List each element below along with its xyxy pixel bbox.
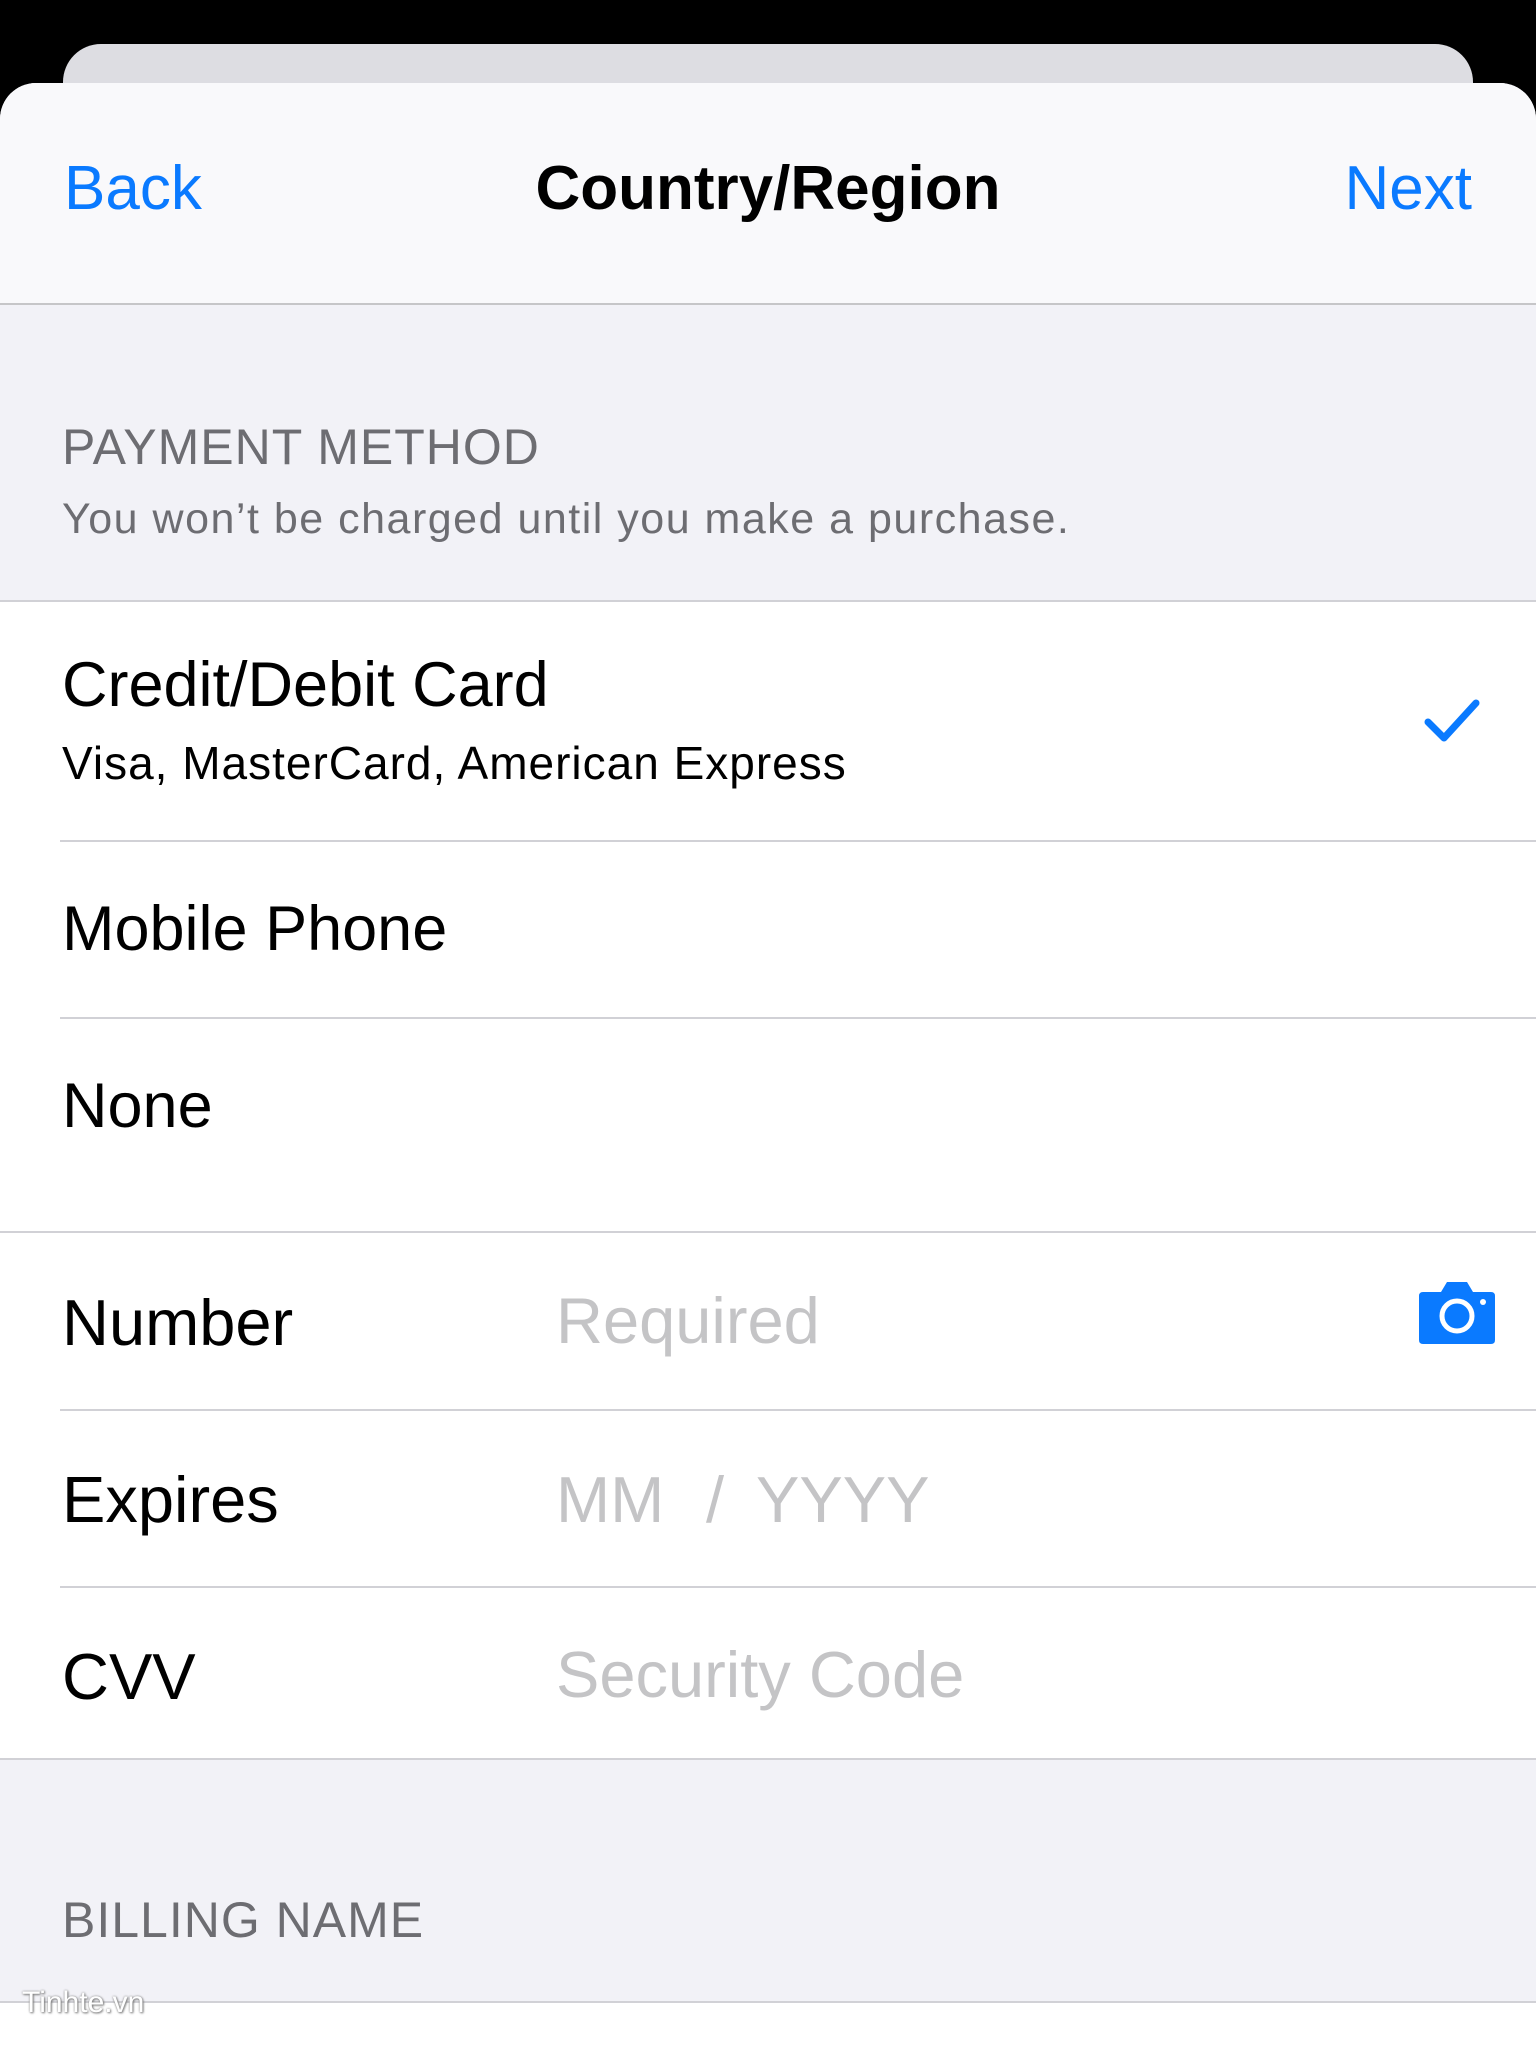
expiry-month-input[interactable]: MM bbox=[556, 1467, 664, 1532]
checkmark-icon bbox=[1424, 699, 1480, 742]
page-title: Country/Region bbox=[535, 154, 1001, 223]
payment-option-title: None bbox=[62, 1071, 213, 1141]
card-expiry-label: Expires bbox=[62, 1463, 279, 1536]
card-expiry-row: Expires MM / YYYY bbox=[0, 1409, 1536, 1586]
payment-option-none[interactable]: None bbox=[0, 1017, 1536, 1194]
expiry-separator: / bbox=[706, 1463, 725, 1536]
card-number-row: Number bbox=[0, 1233, 1536, 1409]
payment-option-subtitle: Visa, MasterCard, American Express bbox=[62, 737, 847, 789]
billing-name-header: BILLING NAME bbox=[62, 1895, 424, 1945]
payment-option-title: Mobile Phone bbox=[62, 894, 448, 964]
payment-option-title: Credit/Debit Card bbox=[62, 650, 549, 720]
payment-method-header: PAYMENT METHOD You won’t be charged unti… bbox=[62, 422, 1070, 541]
next-button[interactable]: Next bbox=[1345, 158, 1472, 220]
payment-method-list: Credit/Debit Card Visa, MasterCard, Amer… bbox=[0, 600, 1536, 1272]
payment-sheet: Back Country/Region Next PAYMENT METHOD … bbox=[0, 83, 1536, 2048]
navigation-bar: Back Country/Region Next bbox=[0, 83, 1536, 305]
card-details-form: Number Expires MM / YYYY CVV bbox=[0, 1231, 1536, 1760]
card-number-input[interactable] bbox=[556, 1276, 1376, 1366]
card-cvv-label: CVV bbox=[62, 1640, 196, 1713]
payment-method-subtitle: You won’t be charged until you make a pu… bbox=[62, 495, 1071, 543]
payment-option-mobile-phone[interactable]: Mobile Phone bbox=[0, 840, 1536, 1017]
card-number-label: Number bbox=[62, 1286, 294, 1359]
payment-method-title: PAYMENT METHOD bbox=[62, 419, 540, 475]
screen: Back Country/Region Next PAYMENT METHOD … bbox=[0, 0, 1536, 2048]
watermark: Tinhte.vn bbox=[22, 1986, 145, 2019]
camera-icon[interactable] bbox=[1417, 1278, 1497, 1344]
billing-name-list bbox=[0, 2001, 1536, 2048]
payment-option-credit-card[interactable]: Credit/Debit Card Visa, MasterCard, Amer… bbox=[0, 602, 1536, 840]
card-cvv-input[interactable] bbox=[556, 1630, 1376, 1720]
expiry-year-input[interactable]: YYYY bbox=[756, 1467, 929, 1532]
card-cvv-row: CVV bbox=[0, 1586, 1536, 1762]
billing-name-title: BILLING NAME bbox=[62, 1892, 425, 1948]
